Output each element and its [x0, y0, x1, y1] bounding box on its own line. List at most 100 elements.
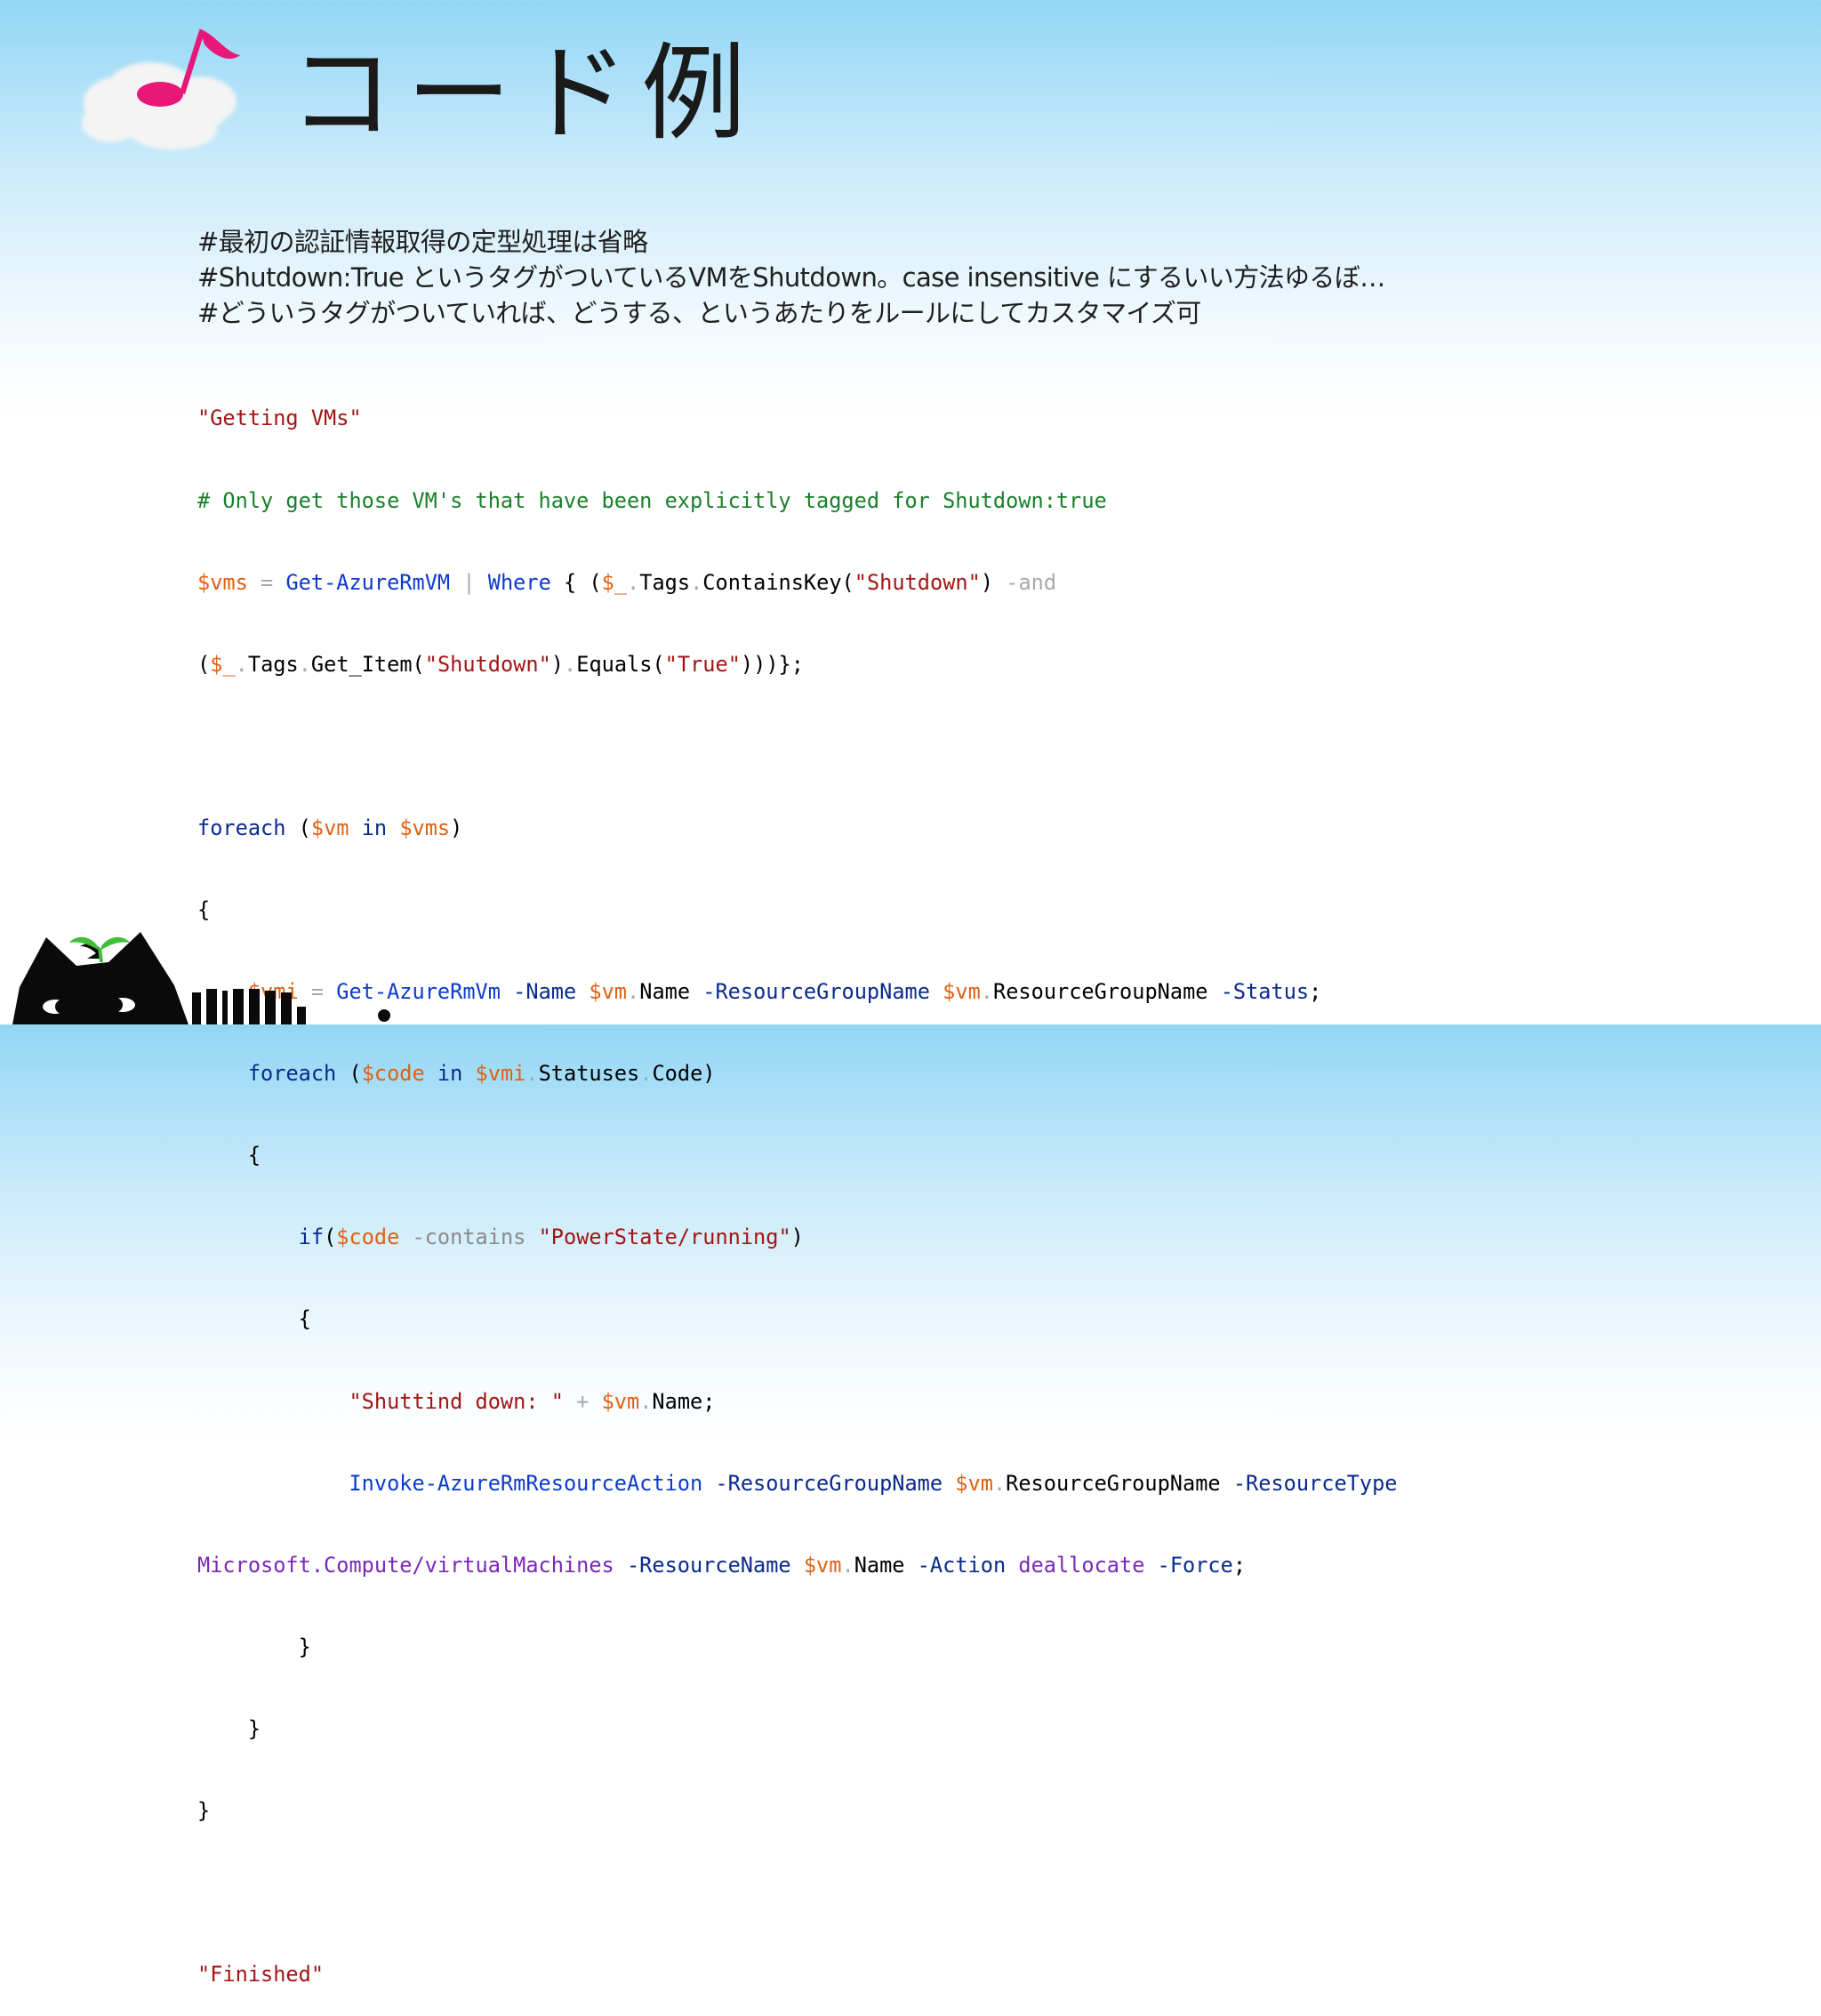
- notes-block: #最初の認証情報取得の定型処理は省略 #Shutdown:True というタグが…: [197, 224, 1780, 331]
- code-token: Get_Item(: [310, 651, 425, 677]
- code-token: .: [627, 979, 640, 1005]
- code-token: -ResourceGroupName: [690, 979, 943, 1005]
- code-token: }: [298, 1634, 311, 1659]
- code-line: "Shuttind down: " + $vm.Name;: [197, 1388, 1798, 1416]
- code-token: ): [790, 1225, 804, 1250]
- code-token: ResourceGroupName: [1006, 1470, 1221, 1496]
- code-token: # Only get those VM's that have been exp…: [197, 487, 1107, 513]
- code-token: if: [298, 1225, 325, 1250]
- music-note-cloud-icon: [66, 25, 253, 162]
- code-token: $_: [601, 569, 628, 595]
- code-token: Name;: [652, 1388, 716, 1414]
- code-token: Name: [854, 1552, 905, 1578]
- code-token: -and: [1006, 569, 1057, 595]
- code-line: {: [197, 1305, 1798, 1333]
- code-token: ): [450, 815, 463, 840]
- code-token: { (: [550, 569, 602, 595]
- code-token: "Finished": [197, 1962, 325, 1988]
- code-token: -Action: [904, 1552, 1019, 1578]
- code-token: $vm: [589, 979, 628, 1005]
- code-token: -contains: [399, 1225, 539, 1250]
- code-line: $vmi = Get-AzureRmVm -Name $vm.Name -Res…: [197, 978, 1798, 1006]
- code-line: }: [197, 1797, 1798, 1825]
- code-token: +: [563, 1388, 602, 1414]
- code-token: $code: [361, 1061, 425, 1087]
- code-token: ;: [1309, 979, 1322, 1005]
- code-line: # Only get those VM's that have been exp…: [197, 487, 1798, 515]
- code-token: $vm: [943, 979, 981, 1005]
- note-line: #どういうタグがついていれば、どうする、というあたりをルールにしてカスタマイズ可: [197, 298, 1201, 328]
- code-line: foreach ($vm in $vms): [197, 815, 1798, 842]
- code-block: "Getting VMs" # Only get those VM's that…: [197, 350, 1798, 2016]
- code-token: ): [980, 569, 1007, 595]
- code-token: $_: [210, 651, 236, 677]
- code-line: ($_.Tags.Get_Item("Shutdown").Equals("Tr…: [197, 651, 1798, 679]
- code-token: ;: [1232, 1552, 1247, 1578]
- code-token: -Status: [1207, 979, 1310, 1005]
- code-token: =: [247, 569, 286, 595]
- code-token: .: [627, 569, 640, 595]
- code-line: {: [197, 1142, 1798, 1169]
- code-token: Invoke-AzureRmResourceAction: [349, 1470, 703, 1496]
- code-token: "Getting VMs": [197, 406, 362, 431]
- code-line: Microsoft.Compute/virtualMachines -Resou…: [197, 1552, 1798, 1579]
- code-token: $vms: [399, 815, 451, 840]
- code-token: foreach: [197, 815, 286, 840]
- code-token: Tags: [639, 569, 691, 595]
- code-token: ResourceGroupName: [993, 979, 1208, 1005]
- code-token: "True": [664, 651, 741, 677]
- code-token: ): [550, 651, 565, 677]
- code-token: .: [525, 1061, 539, 1087]
- code-token: "Shutdown": [854, 569, 981, 595]
- code-token: Tags: [247, 651, 299, 677]
- code-token: $vm: [803, 1552, 842, 1578]
- code-token: .: [841, 1552, 854, 1578]
- code-token: in: [424, 1061, 476, 1087]
- code-token: (: [197, 651, 211, 677]
- code-line: $vms = Get-AzureRmVM | Where { ($_.Tags.…: [197, 569, 1798, 597]
- code-token: Microsoft.Compute/virtualMachines: [197, 1552, 614, 1578]
- code-line: }: [197, 1715, 1798, 1743]
- code-token: ContainsKey(: [702, 569, 854, 595]
- code-token: $vm: [310, 815, 349, 840]
- code-token: |: [450, 569, 488, 595]
- code-token: {: [298, 1306, 311, 1332]
- slide-title: コード例: [289, 32, 759, 155]
- code-token: $vm: [955, 1470, 993, 1496]
- code-token: $vm: [601, 1388, 640, 1414]
- code-token: .: [564, 651, 577, 677]
- code-line: "Getting VMs": [197, 405, 1798, 432]
- code-line: }: [197, 1634, 1798, 1661]
- code-token: Name: [639, 979, 691, 1005]
- code-token: (: [324, 1225, 337, 1250]
- code-token: {: [247, 1143, 261, 1169]
- code-token: (: [285, 815, 311, 840]
- code-token: $code: [336, 1225, 400, 1250]
- code-token: .: [690, 569, 703, 595]
- code-token: foreach: [247, 1061, 337, 1087]
- code-line: foreach ($code in $vmi.Statuses.Code): [197, 1060, 1798, 1088]
- code-token: -ResourceType: [1220, 1470, 1398, 1496]
- code-token: .: [639, 1388, 653, 1414]
- code-line: Invoke-AzureRmResourceAction -ResourceGr…: [197, 1470, 1798, 1498]
- code-token: -ResourceName: [614, 1552, 804, 1578]
- code-token: Equals(: [576, 651, 665, 677]
- code-token: Get-AzureRmVM: [285, 569, 451, 595]
- code-line: "Finished": [197, 1961, 1798, 1988]
- note-line: #最初の認証情報取得の定型処理は省略: [197, 227, 648, 257]
- code-token: "Shuttind down: ": [349, 1388, 564, 1414]
- code-token: .: [235, 651, 248, 677]
- code-token: }: [197, 1798, 211, 1823]
- code-token: -ResourceGroupName: [702, 1470, 956, 1496]
- code-token: $vmi: [475, 1061, 526, 1087]
- code-token: Statuses: [538, 1061, 640, 1087]
- code-line: {: [197, 896, 1798, 924]
